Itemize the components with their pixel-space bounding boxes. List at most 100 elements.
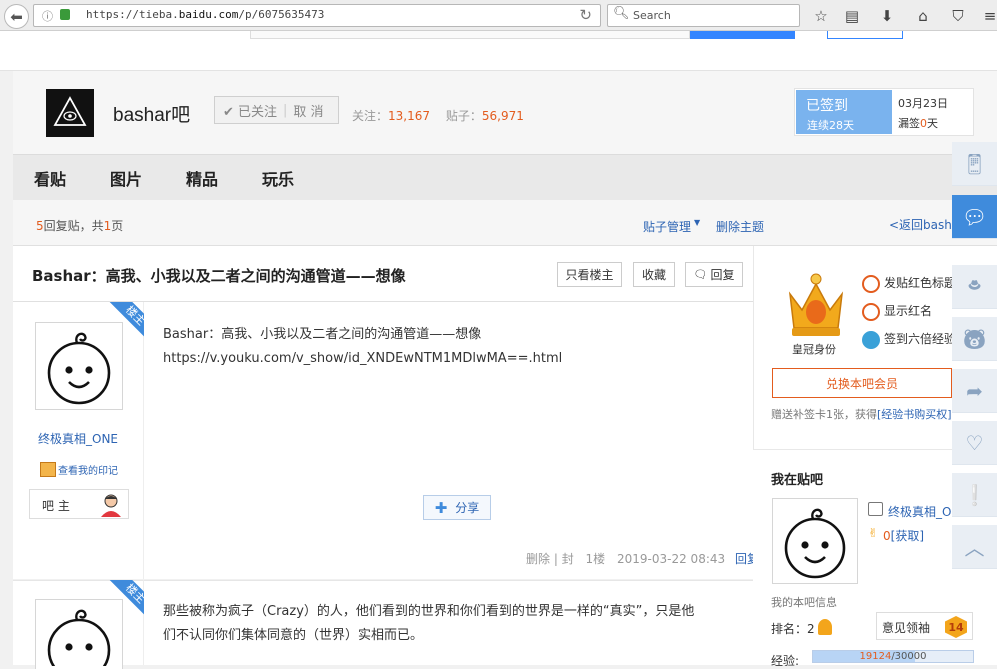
bear-icon: 🐻︎: [961, 326, 988, 351]
tab-fun[interactable]: 玩乐: [262, 166, 294, 190]
red-name-icon: [862, 302, 880, 321]
back-to-top-button[interactable]: ︿: [952, 525, 997, 569]
forum-logo[interactable]: [46, 89, 94, 137]
role-badge: 吧 主: [29, 489, 129, 519]
forum-nav: [13, 154, 997, 200]
back-arrow-icon: ⬅: [10, 7, 23, 26]
baby-face-icon: [784, 508, 846, 579]
lock-icon: [60, 9, 70, 20]
tab-pictures[interactable]: 图片: [110, 166, 142, 190]
only-op-button[interactable]: 只看楼主: [557, 262, 622, 287]
forum-stats: 关注：13,167 贴子：56,971: [352, 107, 524, 124]
reply-button[interactable]: 🗨︎ 回复: [685, 262, 743, 287]
post1-username[interactable]: 终极真相_ONE: [38, 430, 118, 447]
top-secondary-button-edge: [827, 31, 903, 39]
menu-icon[interactable]: ≡: [980, 6, 997, 26]
admin-avatar-icon: [101, 494, 121, 517]
reply-count: 5回复贴，共1页: [36, 219, 124, 233]
home-icon[interactable]: ⌂: [913, 6, 933, 26]
reading-list-icon[interactable]: ▤: [842, 6, 862, 26]
floor-number: 1楼: [585, 552, 606, 566]
coin-info: 0[获取]: [883, 529, 925, 543]
search-placeholder: Search: [633, 9, 671, 22]
info-icon[interactable]: ⓘ: [42, 8, 53, 24]
share-button[interactable]: ✚ 分享: [423, 495, 491, 520]
post-count-label: 贴子：: [445, 109, 482, 123]
user-card-icon: [868, 502, 883, 516]
gift-link[interactable]: [经验书购买权]: [877, 408, 952, 421]
feedback-label: 意见领袖: [882, 621, 931, 635]
share-arrow-icon: ➦: [966, 378, 983, 403]
perk-red-name: 显示红名: [862, 302, 932, 321]
app-download-button[interactable]: 📱︎: [952, 142, 997, 186]
url-bar[interactable]: ⓘ https://tieba.baidu.com/p/6075635473 ↻: [33, 4, 601, 27]
back-to-forum-link[interactable]: <返回bash: [889, 216, 952, 233]
sign-exp-icon: [862, 330, 880, 349]
plus-icon: ✚: [434, 498, 448, 517]
red-title-icon: [862, 274, 880, 293]
search-icon: 🔍︎: [613, 6, 630, 21]
feedback-leader-badge[interactable]: 意见领袖 14: [876, 612, 973, 640]
forum-name[interactable]: bashar吧: [113, 100, 190, 127]
follow-label: ✔ 已关注: [223, 104, 278, 120]
download-icon[interactable]: ⬇: [877, 6, 897, 26]
buy-membership-button[interactable]: 兑换本吧会员: [772, 368, 952, 398]
share-label: 分享: [455, 501, 480, 515]
follow-count: 13,167: [388, 109, 431, 123]
post-manage-link[interactable]: 贴子管理 ▼: [643, 218, 700, 235]
post-time: 2019-03-22 08:43: [617, 552, 726, 566]
favorite-button[interactable]: 收藏: [633, 262, 675, 287]
bear-button[interactable]: 🐻︎: [952, 317, 997, 361]
role-label: 吧 主: [42, 499, 70, 513]
signed-label: 已签到: [806, 98, 848, 114]
delete-post-link[interactable]: 删除: [526, 552, 550, 566]
share-side-button[interactable]: ➦: [952, 369, 997, 413]
caret-down-icon: ▼: [694, 218, 701, 227]
post1-video-link[interactable]: https://v.youku.com/v_show/id_XNDEwNTM1M…: [163, 347, 562, 370]
post1-avatar[interactable]: [35, 322, 123, 410]
chevron-up-icon: ︿: [964, 536, 985, 560]
phone-download-icon: 📱︎: [961, 151, 988, 176]
ban-link[interactable]: 封: [562, 552, 574, 566]
thread-title: Bashar：高我、小我以及二者之间的沟通管道——想像: [32, 267, 406, 285]
follow-count-label: 关注：: [352, 109, 389, 123]
exp-text: 19124/30000: [859, 651, 927, 662]
get-coins-link[interactable]: [获取]: [891, 529, 924, 543]
my-avatar[interactable]: [772, 498, 858, 584]
report-button[interactable]: ❕: [952, 473, 997, 517]
gift-text: 赠送补签卡1张，获得[经验书购买权]: [771, 408, 952, 421]
report-icon: ❕: [962, 482, 987, 507]
search-box[interactable]: 🔍︎ Search: [607, 4, 800, 27]
my-forum-info-label: 我的本吧信息: [771, 596, 837, 609]
reply-button-label: 回复: [710, 268, 735, 282]
favorite-side-button[interactable]: ♡: [952, 421, 997, 465]
top-search-field-edge: [250, 31, 690, 39]
back-button[interactable]: ⬅: [4, 4, 29, 29]
url-text[interactable]: https://tieba.baidu.com/p/6075635473: [86, 8, 324, 21]
heart-icon: ♡: [965, 430, 984, 455]
tab-featured[interactable]: 精品: [186, 166, 218, 190]
coin-icon: ✌: [868, 526, 879, 540]
post2-text-line1: 那些被称为疯子（Crazy）的人，他们看到的世界和你们看到的世界是一样的“真实”…: [163, 604, 695, 619]
tab-posts[interactable]: 看贴: [34, 166, 66, 190]
reply-bar: [13, 200, 997, 246]
follow-button[interactable]: ✔ 已关注 | 取 消: [214, 96, 339, 124]
magic-hat-button[interactable]: 🎩︎: [952, 265, 997, 309]
signed-button[interactable]: 已签到 连续28天: [796, 90, 892, 134]
delete-topic-link[interactable]: 删除主题: [716, 218, 764, 235]
bookmark-star-icon[interactable]: ☆: [811, 6, 831, 26]
rank-medal-icon: [818, 619, 832, 635]
pocket-icon[interactable]: ⛉: [948, 6, 968, 26]
post2-avatar[interactable]: [35, 599, 123, 669]
unfollow-label[interactable]: 取 消: [293, 101, 323, 120]
level-badge: 14: [945, 616, 967, 638]
chat-button[interactable]: 💬︎: [952, 195, 997, 239]
streak-text: 连续28天: [807, 119, 854, 132]
imprint-icon: [40, 462, 56, 477]
imprint-link[interactable]: 查看我的印记: [58, 462, 118, 477]
top-search-button-edge: [690, 31, 795, 39]
follow-divider: |: [283, 102, 288, 118]
my-username[interactable]: 终极真相_O: [888, 503, 951, 520]
reload-icon[interactable]: ↻: [579, 6, 592, 24]
crown-icon: [788, 273, 844, 336]
